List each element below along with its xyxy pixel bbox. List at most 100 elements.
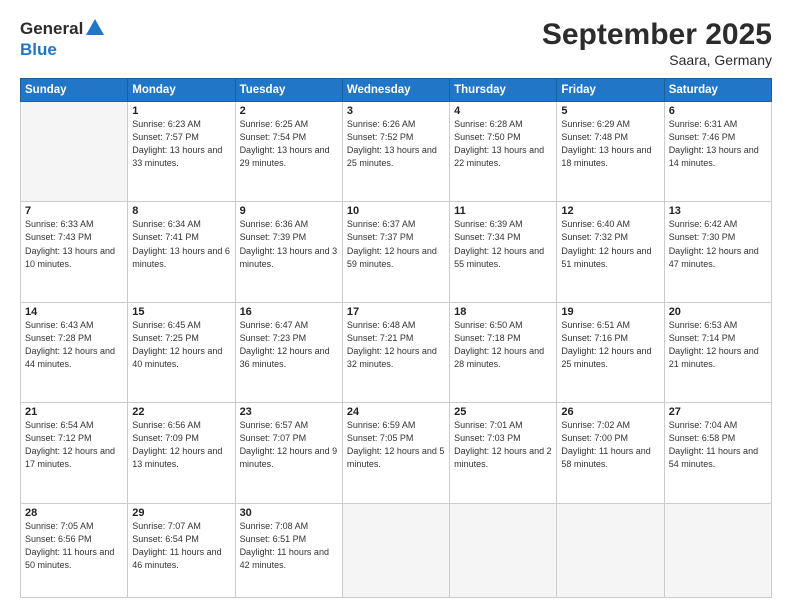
day-number: 29	[132, 507, 230, 519]
day-detail: Sunrise: 6:53 AMSunset: 7:14 PMDaylight:…	[669, 319, 767, 371]
day-number: 24	[347, 406, 445, 418]
day-detail: Sunrise: 6:51 AMSunset: 7:16 PMDaylight:…	[561, 319, 659, 371]
calendar-cell: 8Sunrise: 6:34 AMSunset: 7:41 PMDaylight…	[128, 202, 235, 302]
day-number: 5	[561, 105, 659, 117]
day-detail: Sunrise: 6:36 AMSunset: 7:39 PMDaylight:…	[240, 218, 338, 270]
weekday-header: Wednesday	[342, 79, 449, 102]
logo-blue: Blue	[20, 41, 105, 60]
weekday-header: Thursday	[450, 79, 557, 102]
day-detail: Sunrise: 7:07 AMSunset: 6:54 PMDaylight:…	[132, 520, 230, 572]
day-number: 25	[454, 406, 552, 418]
calendar-cell: 27Sunrise: 7:04 AMSunset: 6:58 PMDayligh…	[664, 403, 771, 503]
calendar-cell: 2Sunrise: 6:25 AMSunset: 7:54 PMDaylight…	[235, 102, 342, 202]
day-detail: Sunrise: 7:02 AMSunset: 7:00 PMDaylight:…	[561, 419, 659, 471]
month-title: September 2025	[542, 18, 772, 52]
calendar-cell: 4Sunrise: 6:28 AMSunset: 7:50 PMDaylight…	[450, 102, 557, 202]
day-number: 22	[132, 406, 230, 418]
day-number: 26	[561, 406, 659, 418]
day-detail: Sunrise: 6:54 AMSunset: 7:12 PMDaylight:…	[25, 419, 123, 471]
day-number: 28	[25, 507, 123, 519]
page: General Blue September 2025 Saara, Germa…	[0, 0, 792, 612]
day-number: 14	[25, 306, 123, 318]
calendar-cell: 26Sunrise: 7:02 AMSunset: 7:00 PMDayligh…	[557, 403, 664, 503]
location-title: Saara, Germany	[542, 52, 772, 68]
day-detail: Sunrise: 6:28 AMSunset: 7:50 PMDaylight:…	[454, 118, 552, 170]
calendar-cell: 9Sunrise: 6:36 AMSunset: 7:39 PMDaylight…	[235, 202, 342, 302]
day-number: 16	[240, 306, 338, 318]
calendar-cell	[664, 503, 771, 597]
day-detail: Sunrise: 6:47 AMSunset: 7:23 PMDaylight:…	[240, 319, 338, 371]
calendar-cell: 1Sunrise: 6:23 AMSunset: 7:57 PMDaylight…	[128, 102, 235, 202]
day-number: 2	[240, 105, 338, 117]
calendar-cell: 5Sunrise: 6:29 AMSunset: 7:48 PMDaylight…	[557, 102, 664, 202]
calendar-cell: 19Sunrise: 6:51 AMSunset: 7:16 PMDayligh…	[557, 302, 664, 402]
calendar-cell: 6Sunrise: 6:31 AMSunset: 7:46 PMDaylight…	[664, 102, 771, 202]
logo-icon	[85, 18, 105, 41]
logo-general: General	[20, 19, 83, 38]
calendar-week-row: 1Sunrise: 6:23 AMSunset: 7:57 PMDaylight…	[21, 102, 772, 202]
day-detail: Sunrise: 6:26 AMSunset: 7:52 PMDaylight:…	[347, 118, 445, 170]
day-detail: Sunrise: 6:59 AMSunset: 7:05 PMDaylight:…	[347, 419, 445, 471]
calendar: SundayMondayTuesdayWednesdayThursdayFrid…	[20, 78, 772, 598]
day-number: 19	[561, 306, 659, 318]
calendar-cell: 18Sunrise: 6:50 AMSunset: 7:18 PMDayligh…	[450, 302, 557, 402]
day-number: 11	[454, 205, 552, 217]
title-block: September 2025 Saara, Germany	[542, 18, 772, 68]
calendar-cell: 7Sunrise: 6:33 AMSunset: 7:43 PMDaylight…	[21, 202, 128, 302]
weekday-header: Sunday	[21, 79, 128, 102]
calendar-cell: 12Sunrise: 6:40 AMSunset: 7:32 PMDayligh…	[557, 202, 664, 302]
calendar-cell: 20Sunrise: 6:53 AMSunset: 7:14 PMDayligh…	[664, 302, 771, 402]
day-detail: Sunrise: 7:01 AMSunset: 7:03 PMDaylight:…	[454, 419, 552, 471]
day-detail: Sunrise: 6:56 AMSunset: 7:09 PMDaylight:…	[132, 419, 230, 471]
calendar-cell: 24Sunrise: 6:59 AMSunset: 7:05 PMDayligh…	[342, 403, 449, 503]
day-number: 17	[347, 306, 445, 318]
day-detail: Sunrise: 7:08 AMSunset: 6:51 PMDaylight:…	[240, 520, 338, 572]
day-number: 12	[561, 205, 659, 217]
day-detail: Sunrise: 6:43 AMSunset: 7:28 PMDaylight:…	[25, 319, 123, 371]
day-detail: Sunrise: 7:05 AMSunset: 6:56 PMDaylight:…	[25, 520, 123, 572]
day-number: 20	[669, 306, 767, 318]
calendar-cell: 25Sunrise: 7:01 AMSunset: 7:03 PMDayligh…	[450, 403, 557, 503]
calendar-cell	[21, 102, 128, 202]
day-number: 6	[669, 105, 767, 117]
day-number: 10	[347, 205, 445, 217]
day-number: 30	[240, 507, 338, 519]
day-detail: Sunrise: 6:33 AMSunset: 7:43 PMDaylight:…	[25, 218, 123, 270]
day-number: 18	[454, 306, 552, 318]
day-detail: Sunrise: 6:23 AMSunset: 7:57 PMDaylight:…	[132, 118, 230, 170]
day-number: 13	[669, 205, 767, 217]
calendar-cell: 15Sunrise: 6:45 AMSunset: 7:25 PMDayligh…	[128, 302, 235, 402]
day-number: 3	[347, 105, 445, 117]
day-detail: Sunrise: 6:48 AMSunset: 7:21 PMDaylight:…	[347, 319, 445, 371]
calendar-cell: 10Sunrise: 6:37 AMSunset: 7:37 PMDayligh…	[342, 202, 449, 302]
day-detail: Sunrise: 6:37 AMSunset: 7:37 PMDaylight:…	[347, 218, 445, 270]
calendar-header-row: SundayMondayTuesdayWednesdayThursdayFrid…	[21, 79, 772, 102]
calendar-cell: 22Sunrise: 6:56 AMSunset: 7:09 PMDayligh…	[128, 403, 235, 503]
day-detail: Sunrise: 6:39 AMSunset: 7:34 PMDaylight:…	[454, 218, 552, 270]
calendar-cell: 3Sunrise: 6:26 AMSunset: 7:52 PMDaylight…	[342, 102, 449, 202]
calendar-cell: 23Sunrise: 6:57 AMSunset: 7:07 PMDayligh…	[235, 403, 342, 503]
day-detail: Sunrise: 7:04 AMSunset: 6:58 PMDaylight:…	[669, 419, 767, 471]
day-number: 23	[240, 406, 338, 418]
day-number: 9	[240, 205, 338, 217]
day-detail: Sunrise: 6:57 AMSunset: 7:07 PMDaylight:…	[240, 419, 338, 471]
day-number: 7	[25, 205, 123, 217]
day-detail: Sunrise: 6:50 AMSunset: 7:18 PMDaylight:…	[454, 319, 552, 371]
calendar-cell: 14Sunrise: 6:43 AMSunset: 7:28 PMDayligh…	[21, 302, 128, 402]
day-number: 27	[669, 406, 767, 418]
calendar-week-row: 14Sunrise: 6:43 AMSunset: 7:28 PMDayligh…	[21, 302, 772, 402]
calendar-cell: 28Sunrise: 7:05 AMSunset: 6:56 PMDayligh…	[21, 503, 128, 597]
day-number: 8	[132, 205, 230, 217]
weekday-header: Saturday	[664, 79, 771, 102]
header: General Blue September 2025 Saara, Germa…	[20, 18, 772, 68]
day-detail: Sunrise: 6:29 AMSunset: 7:48 PMDaylight:…	[561, 118, 659, 170]
day-detail: Sunrise: 6:25 AMSunset: 7:54 PMDaylight:…	[240, 118, 338, 170]
calendar-cell: 29Sunrise: 7:07 AMSunset: 6:54 PMDayligh…	[128, 503, 235, 597]
calendar-cell: 16Sunrise: 6:47 AMSunset: 7:23 PMDayligh…	[235, 302, 342, 402]
day-number: 1	[132, 105, 230, 117]
calendar-cell	[342, 503, 449, 597]
weekday-header: Friday	[557, 79, 664, 102]
day-number: 21	[25, 406, 123, 418]
day-number: 4	[454, 105, 552, 117]
calendar-cell	[557, 503, 664, 597]
